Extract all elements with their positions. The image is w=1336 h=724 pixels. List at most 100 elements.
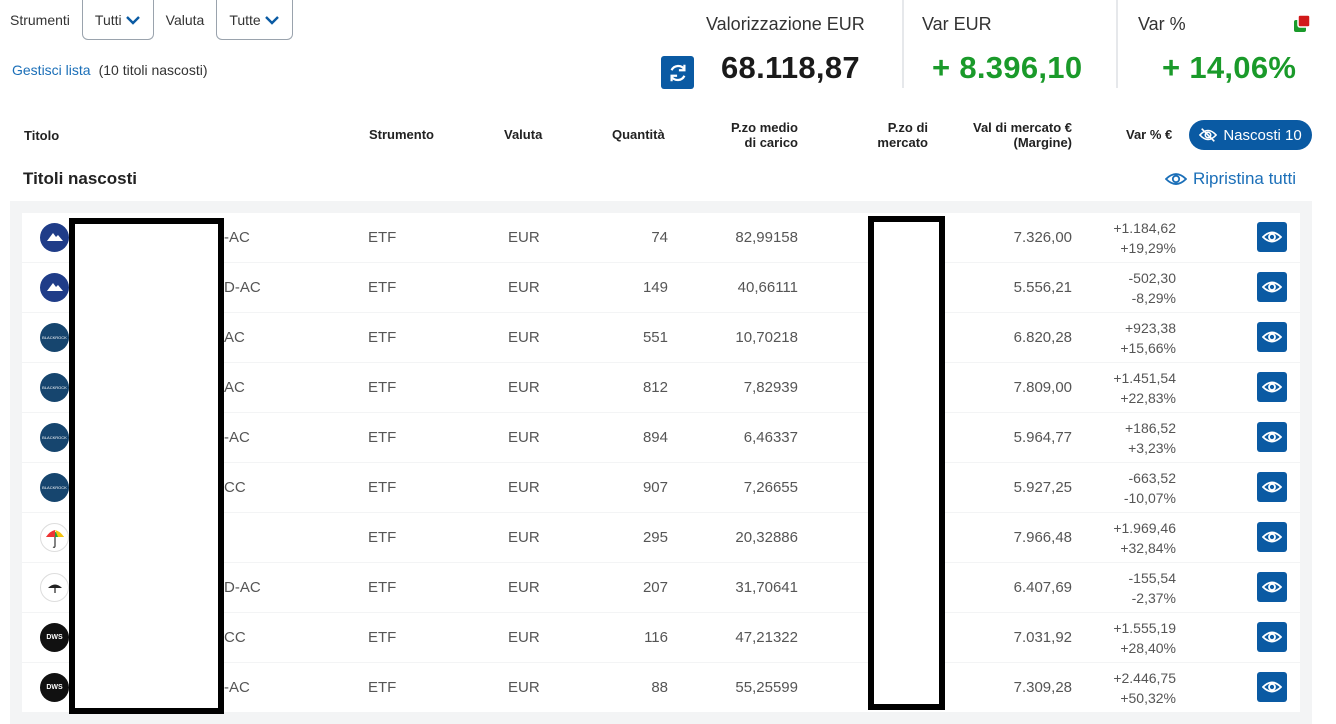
var-cell: +1.451,54 +22,83% [1113,363,1176,412]
restore-all-button[interactable]: Ripristina tutti [1165,169,1296,189]
market-value-cell: 5.927,25 [1013,479,1072,496]
restore-all-label: Ripristina tutti [1193,169,1296,188]
table-header: Titolo Strumento Valuta Quantità P.zo me… [0,112,1336,162]
manage-list-link[interactable]: Gestisci lista [12,62,91,78]
currency-cell: EUR [508,279,540,296]
filter-bar: Strumenti Tutti Valuta Tutte [10,0,293,40]
quantity-cell: 894 [642,429,668,446]
show-security-button[interactable] [1257,572,1287,602]
var-pct-value: + 14,06% [1162,50,1297,85]
eye-icon [1262,531,1282,543]
eye-icon [1262,431,1282,443]
instrument-cell: ETF [368,679,397,696]
quantity-cell: 812 [642,379,668,396]
var-pct: +22,83% [1120,389,1176,406]
show-security-button[interactable] [1257,522,1287,552]
currency-cell: EUR [508,229,540,246]
quantity-cell: 116 [644,629,668,646]
quantity-cell: 551 [642,329,668,346]
show-security-button[interactable] [1257,222,1287,252]
show-security-button[interactable] [1257,322,1287,352]
var-cell: -502,30 -8,29% [1129,263,1176,312]
issuer-logo-icon [40,273,69,302]
valuation-label: Valorizzazione EUR [706,14,865,34]
quantity-cell: 207 [642,579,668,596]
refresh-icon [669,64,686,81]
column-market-value-line1: Val di mercato € [973,120,1072,135]
instrument-cell: ETF [368,629,397,646]
eye-icon [1165,173,1187,185]
avg-price-cell: 40,66111 [737,279,798,296]
summary-divider [902,0,904,88]
hidden-toggle-button[interactable]: Nascosti 10 [1189,120,1312,150]
var-pct: +3,23% [1128,439,1176,456]
instrument-cell: ETF [368,229,397,246]
currency-cell: EUR [508,479,540,496]
show-security-button[interactable] [1257,672,1287,702]
var-pct-label: Var % [1138,14,1186,34]
column-market-value-line2: (Margine) [1013,135,1073,150]
show-security-button[interactable] [1257,422,1287,452]
avg-price-cell: 31,70641 [735,579,798,596]
currency-select[interactable]: Tutte [216,0,293,40]
column-var: Var % € [1126,127,1173,142]
column-market-value: Val di mercato € (Margine) [973,120,1072,150]
chevron-down-icon [125,15,140,25]
market-value-cell: 5.556,21 [1013,279,1072,296]
var-eur-value: + 8.396,10 [932,50,1083,85]
var-pct: -8,29% [1131,289,1176,306]
market-value-cell: 6.820,28 [1013,329,1072,346]
var-eur: +1.555,19 [1113,619,1176,636]
show-security-button[interactable] [1257,272,1287,302]
instruments-select-value: Tutti [94,11,122,28]
var-pct: +15,66% [1120,339,1176,356]
column-currency: Valuta [504,127,543,142]
security-name: CC [224,479,246,496]
market-value-cell: 7.809,00 [1013,379,1072,396]
currency-cell: EUR [508,379,540,396]
quantity-cell: 907 [642,479,668,496]
var-pct: +19,29% [1120,239,1176,256]
eye-icon [1262,481,1282,493]
var-eur: +2.446,75 [1113,669,1176,686]
var-eur: +1.451,54 [1113,369,1176,386]
var-eur: +1.184,62 [1113,219,1176,236]
eye-icon [1262,381,1282,393]
currency-cell: EUR [508,679,540,696]
show-security-button[interactable] [1257,622,1287,652]
eye-icon [1262,631,1282,643]
hidden-count-note: (10 titoli nascosti) [98,62,208,78]
var-cell: +1.555,19 +28,40% [1113,613,1176,662]
eye-off-icon [1199,128,1218,142]
avg-price-cell: 7,82939 [743,379,798,396]
issuer-logo-icon [40,573,69,602]
show-security-button[interactable] [1257,472,1287,502]
column-title: Titolo [24,128,60,143]
show-security-button[interactable] [1257,372,1287,402]
instrument-cell: ETF [368,429,397,446]
instrument-cell: ETF [368,379,397,396]
currency-cell: EUR [508,329,540,346]
issuer-logo-icon: BLACKROCK [40,323,69,352]
var-eur: +186,52 [1125,419,1176,436]
market-value-cell: 7.031,92 [1013,629,1072,646]
var-cell: +1.969,46 +32,84% [1113,513,1176,562]
column-avg-price-line2: di carico [744,135,798,150]
issuer-logo-icon: DWS [40,623,69,652]
refresh-button[interactable] [661,56,694,89]
var-pct: +28,40% [1120,639,1176,656]
currency-label: Valuta [165,12,205,28]
eye-icon [1262,581,1282,593]
eye-icon [1262,681,1282,693]
avg-price-cell: 6,46337 [743,429,798,446]
instrument-cell: ETF [368,279,397,296]
instruments-select[interactable]: Tutti [81,0,154,40]
var-cell: +923,38 +15,66% [1120,313,1176,362]
manage-list-row: Gestisci lista (10 titoli nascosti) [12,62,208,78]
summary-divider [1116,0,1118,88]
security-name: D-AC [224,579,261,596]
quantity-cell: 149 [642,279,668,296]
eye-icon [1262,281,1282,293]
market-value-cell: 7.966,48 [1013,529,1072,546]
avg-price-cell: 82,99158 [735,229,798,246]
